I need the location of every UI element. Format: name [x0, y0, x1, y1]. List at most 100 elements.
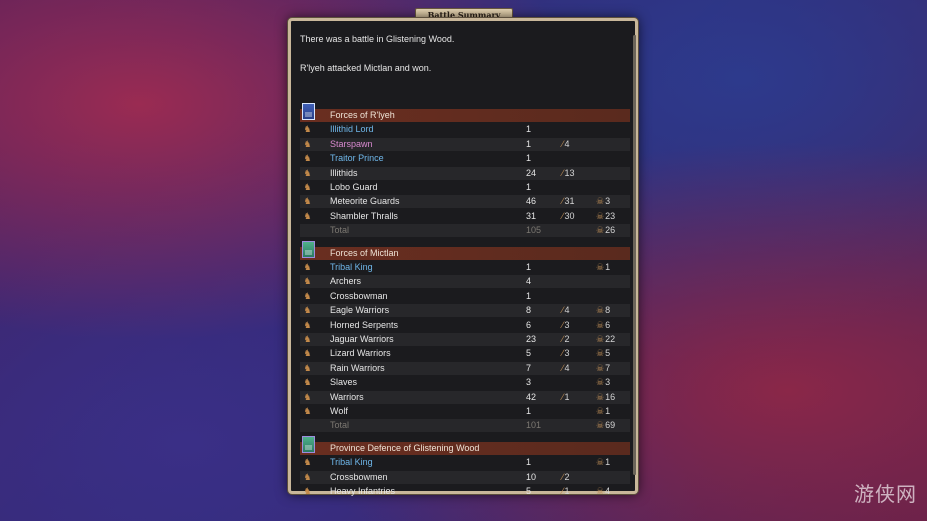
lizard-warriors-icon: ♞: [303, 348, 312, 359]
scrollbar[interactable]: [633, 35, 636, 475]
unit-row[interactable]: ♞ Shambler Thralls 31 ⁄30 ☠23: [300, 210, 630, 223]
unit-count: 3: [526, 377, 532, 388]
unit-row[interactable]: ♞ Traitor Prince 1: [300, 152, 630, 165]
killed-count: ☠1: [596, 405, 610, 418]
unit-count: 8: [526, 305, 532, 316]
wounded-value: 1: [564, 486, 570, 496]
unit-row[interactable]: ♞ Crossbowman 1: [300, 290, 630, 303]
killed-count: ☠3: [596, 376, 610, 389]
unit-name: Heavy Infantries: [330, 486, 396, 496]
killed-value: 23: [605, 210, 616, 221]
casualty-icon: ☠: [596, 486, 605, 496]
casualty-icon: ☠: [596, 420, 605, 431]
unit-count: 1: [526, 182, 532, 192]
unit-name: Lizard Warriors: [330, 348, 391, 359]
unit-count: 6: [526, 319, 532, 330]
unit-name: Illithid Lord: [330, 124, 374, 135]
total-killed: ☠69: [596, 419, 615, 432]
unit-row[interactable]: ♞ Lizard Warriors 5 ⁄3 ☠5: [300, 347, 630, 360]
killed-value: 4: [605, 486, 611, 496]
tribal-king-icon: ♞: [303, 262, 312, 272]
unit-name: Tribal King: [330, 457, 373, 468]
unit-count: 1: [526, 290, 532, 301]
unit-name: Slaves: [330, 377, 358, 388]
unit-row[interactable]: ♞ Warriors 42 ⁄1 ☠16: [300, 390, 630, 404]
unit-name: Rain Warriors: [330, 362, 385, 373]
unit-count: 24: [526, 167, 537, 178]
wounded-count: ⁄2: [562, 333, 570, 346]
jaguar-warriors-icon: ♞: [303, 334, 312, 344]
horned-serpents-icon: ♞: [303, 319, 312, 330]
unit-row[interactable]: ♞ Rain Warriors 7 ⁄4 ☠7: [300, 361, 630, 375]
nation-banner-icon: [302, 435, 315, 453]
wounded-value: 13: [564, 167, 575, 178]
scrollbar-thumb[interactable]: [633, 35, 636, 475]
unit-count: 5: [526, 348, 532, 359]
archers-icon: ♞: [303, 276, 312, 287]
unit-row[interactable]: ♞ Slaves 3 ☠3: [300, 376, 630, 389]
killed-value: 7: [605, 362, 611, 373]
unit-row[interactable]: ♞ Lobo Guard 1: [300, 181, 630, 194]
total-label: Total: [330, 420, 350, 431]
starspawn-icon: ♞: [303, 138, 312, 149]
unit-row[interactable]: ♞ Eagle Warriors 8 ⁄4 ☠8: [300, 304, 630, 318]
slaves-icon: ♞: [303, 377, 312, 388]
unit-name: Crossbowman: [330, 290, 388, 301]
unit-row[interactable]: ♞ Meteorite Guards 46 ⁄31 ☠3: [300, 195, 630, 209]
casualty-icon: ☠: [596, 319, 605, 330]
wounded-count: ⁄2: [562, 471, 570, 484]
wounded-value: 1: [564, 391, 570, 402]
wounded-value: 4: [564, 138, 570, 149]
unit-count: 23: [526, 334, 537, 344]
unit-name: Illithids: [330, 167, 358, 178]
crossbowman-icon: ♞: [303, 290, 312, 301]
killed-count: ☠4: [596, 485, 610, 498]
unit-count: 46: [526, 196, 537, 207]
total-row: Total 101 ☠69: [300, 419, 630, 433]
unit-row[interactable]: ♞ Illithid Lord 1: [300, 123, 630, 136]
wound-icon: ⁄: [562, 167, 564, 178]
casualty-icon: ☠: [596, 305, 605, 316]
unit-row[interactable]: ♞ Horned Serpents 6 ⁄3 ☠6: [300, 319, 630, 332]
killed-value: 5: [605, 348, 611, 359]
unit-count: 5: [526, 486, 532, 496]
unit-row[interactable]: ♞ Illithids 24 ⁄13: [300, 166, 630, 180]
unit-row[interactable]: ♞ Tribal King 1 ☠1: [300, 456, 630, 469]
casualty-icon: ☠: [596, 262, 605, 272]
battle-location-message: There was a battle in Glistening Wood.: [300, 34, 455, 44]
wounded-value: 2: [564, 471, 570, 482]
unit-row[interactable]: ♞ Wolf 1 ☠1: [300, 405, 630, 418]
section-header: Province Defence of Glistening Wood: [300, 435, 630, 455]
shambler-thralls-icon: ♞: [303, 210, 312, 221]
unit-row[interactable]: ♞ Jaguar Warriors 23 ⁄2 ☠22: [300, 333, 630, 346]
battle-summary-dialog: There was a battle in Glistening Wood. R…: [288, 18, 638, 496]
unit-count: 10: [526, 471, 537, 482]
unit-row[interactable]: ♞ Starspawn 1 ⁄4: [300, 137, 630, 151]
unit-row[interactable]: ♞ Crossbowmen 10 ⁄2: [300, 470, 630, 484]
casualty-icon: ☠: [596, 348, 605, 359]
casualty-icon: ☠: [596, 210, 605, 221]
wounded-count: ⁄1: [562, 485, 570, 498]
unit-row[interactable]: ♞ Tribal King 1 ☠1: [300, 261, 630, 274]
killed-value: 1: [605, 262, 611, 272]
wolf-icon: ♞: [303, 406, 312, 416]
total-count: 105: [526, 225, 542, 236]
casualty-icon: ☠: [596, 377, 605, 388]
unit-count: 42: [526, 391, 537, 402]
wounded-count: ⁄1: [562, 391, 570, 404]
crossbowmen-icon: ♞: [303, 471, 312, 482]
unit-name: Horned Serpents: [330, 319, 399, 330]
killed-count: ☠1: [596, 261, 610, 274]
section-title: Province Defence of Glistening Wood: [330, 442, 480, 453]
wound-icon: ⁄: [562, 210, 564, 221]
unit-row[interactable]: ♞ Heavy Infantries 5 ⁄1 ☠4: [300, 485, 630, 498]
watermark-logo: 游侠网: [854, 482, 917, 506]
casualty-icon: ☠: [596, 225, 605, 236]
unit-row[interactable]: ♞ Archers 4: [300, 275, 630, 289]
casualty-icon: ☠: [596, 406, 605, 416]
unit-name: Lobo Guard: [330, 182, 378, 192]
section-title: Forces of Mictlan: [330, 247, 399, 258]
wounded-count: ⁄4: [562, 138, 570, 151]
killed-count: ☠5: [596, 347, 610, 360]
killed-count: ☠23: [596, 210, 615, 223]
